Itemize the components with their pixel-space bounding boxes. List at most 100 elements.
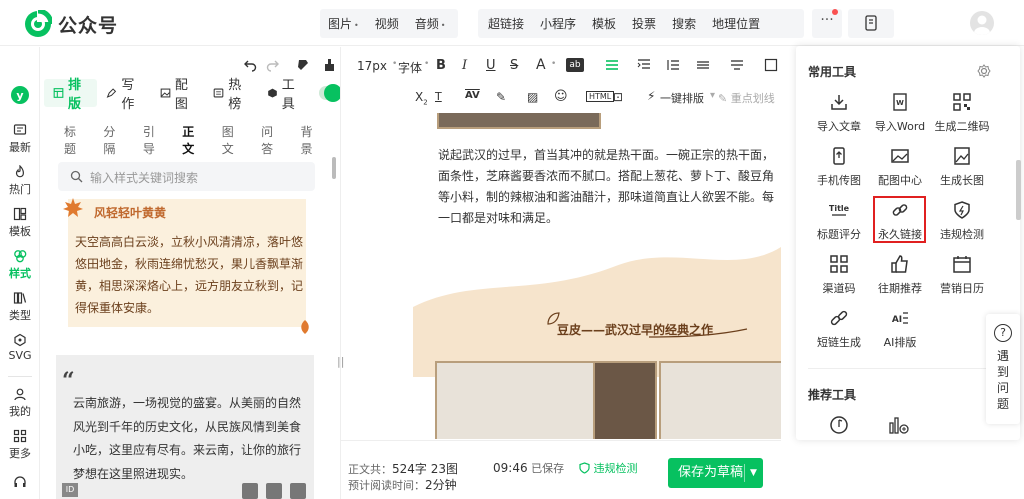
card-action-favorite[interactable] [290,483,306,499]
editor-canvas[interactable]: 说起武汉的过早，首当其冲的就是热干面。一碗正宗的热干面，面条性，芝麻酱要香浓而不… [413,113,781,439]
phone-preview-button[interactable] [848,9,894,38]
subtab-guide[interactable]: 引导 [143,123,164,157]
subtab-qa[interactable]: 问答 [261,123,282,157]
tab-tools[interactable]: 工具 [258,78,311,112]
tool-past-recommendation[interactable]: 往期推荐 [868,254,932,296]
tool-permanent-link[interactable]: 永久链接 [868,200,932,242]
article-paragraph[interactable]: 说起武汉的过早，首当其冲的就是热干面。一碗正宗的热干面，面条性，芝麻酱要香浓而不… [438,145,778,229]
background-color-icon[interactable]: ab [566,58,584,72]
align-justify-icon[interactable] [605,58,619,72]
italic-icon[interactable]: I [462,58,467,73]
paragraph-spacing-icon[interactable] [696,58,712,72]
left-nav: y 最新 热门 模板 样式 类型 SVG 我的 更多 [0,47,40,499]
border-icon[interactable] [764,58,778,72]
panel-scrollbar[interactable] [332,157,336,179]
menu-location[interactable]: 地理位置 [704,15,768,32]
nav-more[interactable]: 更多 [0,429,40,461]
menu-template[interactable]: 模板 [584,15,624,32]
style-card-yunnan[interactable]: “ 云南旅游，一场视觉的盛宴。从美丽的自然风光到千年的历史文化，从民族风情到美食… [56,355,314,499]
tool-violation-check[interactable]: 违规检测 [930,200,994,242]
image-insert-icon[interactable]: ▨ [527,90,538,104]
nav-hot[interactable]: 热门 [0,165,40,197]
font-dropdown-icon[interactable]: • [424,59,429,69]
underline-icon[interactable]: U [486,58,496,73]
violation-check-link[interactable]: 违规检测 [579,460,638,476]
menu-hyperlink[interactable]: 超链接 [480,15,532,32]
highlight-line-button[interactable]: ✎ 重点划线 [718,90,775,106]
tool-marketing-calendar[interactable]: 营销日历 [930,254,994,296]
music-disc-icon[interactable] [829,415,849,435]
card-action-refresh[interactable] [242,483,258,499]
color-dropdown-icon[interactable]: • [551,59,556,69]
tool-import-word[interactable]: W 导入Word [868,92,932,134]
letter-spacing-icon[interactable]: AV [465,90,480,101]
subtab-divider[interactable]: 分隔 [103,123,124,157]
menu-miniprogram[interactable]: 小程序 [532,15,584,32]
tool-long-image[interactable]: 生成长图 [930,146,994,188]
avatar[interactable] [970,11,994,35]
undo-icon[interactable] [243,58,257,72]
tab-writing[interactable]: 写作 [97,78,150,112]
subtab-image-text[interactable]: 图文 [222,123,243,157]
resize-handle[interactable]: || [337,355,344,368]
tool-qrcode[interactable]: 生成二维码 [930,92,994,134]
subtab-background[interactable]: 背景 [301,123,322,157]
menu-vote[interactable]: 投票 [624,15,664,32]
tool-import-article[interactable]: 导入文章 [807,92,871,134]
settings-gear-icon[interactable] [977,64,991,78]
bold-icon[interactable]: B [436,58,446,73]
html-icon[interactable]: HTML [586,91,615,102]
tool-image-center[interactable]: 配图中心 [868,146,932,188]
font-size-select[interactable]: 17px [357,59,387,73]
style-search-input[interactable]: 输入样式关键词搜索 [58,162,315,191]
nav-mine[interactable]: 我的 [0,387,40,419]
menu-audio[interactable]: 音频 • [407,15,454,32]
clear-format-icon[interactable] [322,58,338,72]
tool-short-link[interactable]: 短链生成 [807,308,871,350]
nav-svg[interactable]: SVG [0,333,40,362]
font-size-dropdown-icon[interactable]: • [392,59,397,69]
font-family-select[interactable]: 字体 [398,59,422,76]
card-action-edit[interactable] [266,483,282,499]
magic-wand-icon[interactable]: ✎ [496,90,506,104]
redo-icon[interactable] [266,58,280,72]
tool-channel-code[interactable]: 渠道码 [807,254,871,296]
subscript-icon[interactable]: X2 [415,90,428,106]
panel-divider [340,47,341,499]
nav-style[interactable]: 样式 [0,249,40,281]
indent-icon[interactable] [637,58,651,72]
strikethrough-icon[interactable]: S [510,58,518,73]
line-height-icon[interactable] [666,58,680,72]
nav-type[interactable]: 类型 [0,291,40,323]
nav-latest[interactable]: 最新 [0,123,40,155]
subtab-body[interactable]: 正文 [182,123,203,157]
font-color-icon[interactable]: A [536,57,546,73]
style-card-autumn[interactable]: 风轻轻叶黄黄 天空高高白云淡，立秋小风清清凉，落叶悠悠田地金，秋雨连绵忧愁灭，果… [63,198,309,334]
tab-images[interactable]: 配图 [151,78,204,112]
one-click-layout-button[interactable]: 一键排版 [660,90,704,106]
tools-divider [808,368,1008,369]
menu-video[interactable]: 视频 [367,15,407,32]
headset-icon[interactable] [13,475,27,489]
save-draft-button[interactable]: 保存为草稿 ▼ [668,458,763,488]
nav-template[interactable]: 模板 [0,207,40,239]
list-icon[interactable] [730,58,746,72]
menu-image[interactable]: 图片 • [320,15,367,32]
tab-hotlist[interactable]: 热榜 [204,78,257,112]
common-tools-title: 常用工具 [808,65,857,79]
media-menu-group: 图片 • 视频 音频 • [320,9,458,38]
toolbox-icon[interactable]: ⊡ [613,90,623,104]
text-case-icon[interactable]: T [435,90,442,103]
chart-add-icon[interactable] [888,415,910,435]
tool-title-score[interactable]: Title 标题评分 [807,200,871,242]
page-scrollbar[interactable] [1016,160,1021,220]
panel-toggle[interactable] [319,84,343,102]
tab-layout[interactable]: 排版 [44,78,98,112]
menu-search[interactable]: 搜索 [664,15,704,32]
emoji-icon[interactable]: ☺ [554,89,568,104]
help-button[interactable]: ? 遇到问题 [986,314,1020,424]
tool-ai-layout[interactable]: AI AI排版 [868,308,932,350]
tool-phone-upload[interactable]: 手机传图 [807,146,871,188]
subtab-title[interactable]: 标题 [64,123,85,157]
format-painter-icon[interactable] [296,58,310,72]
